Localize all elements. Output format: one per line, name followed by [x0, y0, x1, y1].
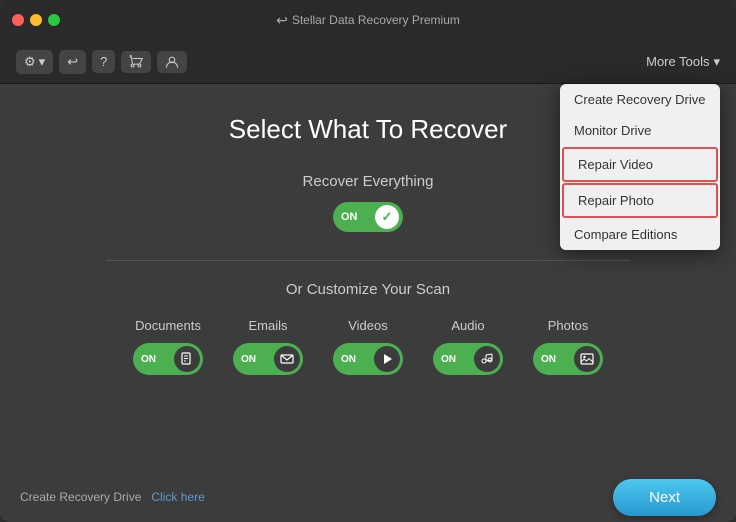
scan-option-documents: Documents ON [133, 318, 203, 375]
titlebar: ↩ Stellar Data Recovery Premium [0, 0, 736, 40]
more-tools-button[interactable]: More Tools ▾ [646, 54, 720, 70]
back-icon: ↩ [67, 54, 78, 70]
next-button[interactable]: Next [613, 479, 716, 516]
emails-toggle[interactable]: ON [233, 343, 303, 375]
minimize-button[interactable] [30, 14, 42, 26]
scan-option-photos: Photos ON [533, 318, 603, 375]
help-icon: ? [100, 54, 107, 69]
main-window: ↩ Stellar Data Recovery Premium ⚙ ▾ ↩ ? [0, 0, 736, 522]
videos-toggle[interactable]: ON [333, 343, 403, 375]
photos-on-label: ON [541, 354, 556, 365]
titlebar-center: ↩ Stellar Data Recovery Premium [276, 12, 460, 29]
dropdown-arrow-settings: ▾ [39, 54, 46, 70]
document-icon [180, 352, 194, 366]
emails-on-label: ON [241, 354, 256, 365]
emails-label: Emails [248, 318, 287, 333]
emails-icon-knob [274, 346, 300, 372]
toggle-knob: ✓ [375, 205, 399, 229]
videos-icon-knob [374, 346, 400, 372]
divider [106, 260, 631, 261]
scan-option-audio: Audio ON [433, 318, 503, 375]
scan-options: Documents ON Emails [133, 318, 603, 375]
dropdown-menu: Create Recovery Drive Monitor Drive Repa… [560, 84, 720, 250]
recover-everything-toggle-row: ON ✓ [333, 202, 403, 232]
dropdown-item-repair-photo[interactable]: Repair Photo [562, 183, 718, 218]
page-title: Select What To Recover [229, 114, 507, 145]
videos-label: Videos [348, 318, 388, 333]
photo-icon [580, 352, 594, 366]
audio-on-label: ON [441, 354, 456, 365]
documents-on-label: ON [141, 354, 156, 365]
recover-everything-label: Recover Everything [303, 173, 434, 190]
scan-option-videos: Videos ON [333, 318, 403, 375]
back-button[interactable]: ↩ [59, 50, 86, 74]
account-button[interactable] [157, 51, 187, 73]
footer: Create Recovery Drive Click here Next [0, 472, 736, 522]
audio-icon [480, 352, 494, 366]
settings-button[interactable]: ⚙ ▾ [16, 50, 53, 74]
dropdown-item-compare-editions[interactable]: Compare Editions [560, 219, 720, 250]
videos-on-label: ON [341, 354, 356, 365]
close-button[interactable] [12, 14, 24, 26]
cart-button[interactable] [121, 51, 151, 73]
check-icon: ✓ [382, 209, 393, 225]
dropdown-item-repair-video[interactable]: Repair Video [562, 147, 718, 182]
dropdown-item-monitor-drive[interactable]: Monitor Drive [560, 115, 720, 146]
more-tools-arrow: ▾ [713, 54, 720, 70]
account-icon [165, 55, 179, 69]
traffic-lights [12, 14, 60, 26]
documents-label: Documents [135, 318, 201, 333]
toolbar-left: ⚙ ▾ ↩ ? [16, 50, 187, 74]
photos-label: Photos [548, 318, 588, 333]
settings-icon: ⚙ [24, 54, 36, 70]
app-title: Stellar Data Recovery Premium [292, 13, 460, 27]
footer-left: Create Recovery Drive Click here [20, 490, 205, 504]
recover-everything-toggle[interactable]: ON ✓ [333, 202, 403, 232]
toggle-on-label: ON [341, 211, 358, 223]
documents-icon-knob [174, 346, 200, 372]
toolbar-right: More Tools ▾ [646, 54, 720, 70]
back-icon: ↩ [276, 12, 288, 29]
toolbar: ⚙ ▾ ↩ ? More Tools ▾ [0, 40, 736, 84]
photos-toggle[interactable]: ON [533, 343, 603, 375]
scan-option-emails: Emails ON [233, 318, 303, 375]
click-here-link[interactable]: Click here [151, 490, 204, 504]
more-tools-label: More Tools [646, 54, 709, 69]
recovery-drive-text: Create Recovery Drive [20, 490, 141, 504]
video-icon [380, 352, 394, 366]
maximize-button[interactable] [48, 14, 60, 26]
photos-icon-knob [574, 346, 600, 372]
documents-toggle[interactable]: ON [133, 343, 203, 375]
dropdown-item-create-recovery-drive[interactable]: Create Recovery Drive [560, 84, 720, 115]
audio-label: Audio [451, 318, 484, 333]
email-icon [280, 352, 294, 366]
customize-label: Or Customize Your Scan [286, 281, 450, 298]
cart-icon [129, 55, 143, 69]
help-button[interactable]: ? [92, 50, 115, 73]
audio-icon-knob [474, 346, 500, 372]
audio-toggle[interactable]: ON [433, 343, 503, 375]
